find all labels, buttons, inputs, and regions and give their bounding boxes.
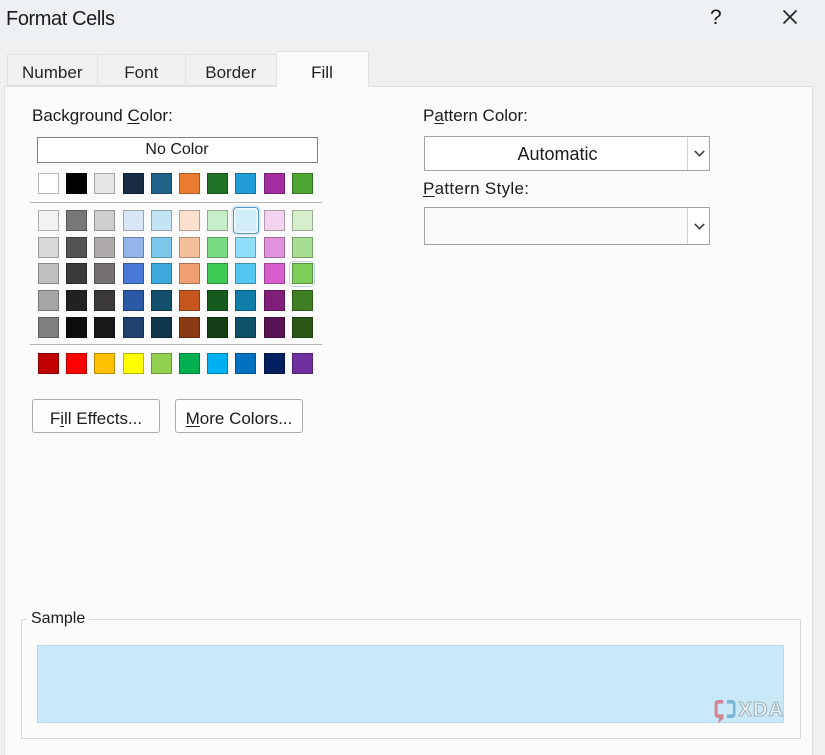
- svg-text:XDA: XDA: [739, 699, 785, 721]
